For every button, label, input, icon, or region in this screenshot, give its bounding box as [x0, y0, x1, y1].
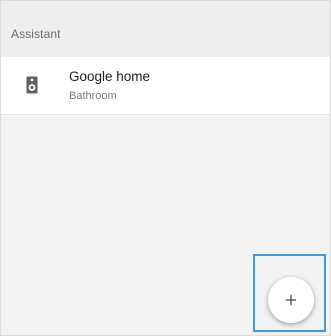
plus-icon	[284, 293, 298, 307]
speaker-icon	[26, 76, 38, 94]
section-title: Assistant	[11, 27, 61, 41]
section-header: Assistant	[1, 1, 330, 57]
device-list-item[interactable]: Google home Bathroom	[1, 57, 330, 115]
device-room: Bathroom	[69, 90, 117, 102]
device-name: Google home	[69, 69, 151, 84]
add-device-button[interactable]	[268, 277, 314, 323]
